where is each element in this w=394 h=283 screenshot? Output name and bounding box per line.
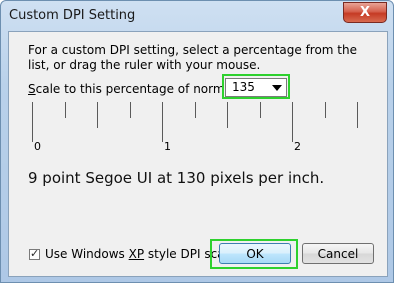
instructions-text: For a custom DPI setting, select a perce… [28,43,357,72]
scale-label-mnemonic: S [28,82,36,96]
ruler-major-tick [292,102,293,142]
xp-dpi-scaling-checkbox[interactable]: ✓ [29,246,40,260]
ruler-major-tick [32,102,33,142]
dialog-body: For a custom DPI setting, select a perce… [8,31,388,277]
close-button[interactable]: X [343,2,387,23]
ruler-minor-tick [130,102,131,118]
scale-selected-value: 135 [232,80,255,94]
ruler-minor-tick [325,102,326,118]
ok-button[interactable]: OK [219,243,291,264]
ruler-label: 1 [164,140,171,153]
ruler-minor-tick [260,102,261,118]
ruler-minor-tick [65,102,66,118]
dpi-ruler[interactable]: 0 1 2 [32,102,366,154]
ruler-major-tick [162,102,163,142]
ruler-minor-tick [195,102,196,118]
dialog-title: Custom DPI Setting [9,8,136,23]
sample-text: 9 point Segoe UI at 130 pixels per inch. [28,169,325,187]
close-icon: X [359,5,371,20]
checkmark-icon: ✓ [30,246,40,260]
ruler-minor-tick [357,102,358,128]
ruler-label: 2 [294,140,301,153]
ruler-minor-tick [97,102,98,128]
ruler-minor-tick [227,102,228,128]
xp-label-mnemonic: XP [128,247,145,261]
ruler-label: 0 [34,140,41,153]
chevron-down-icon[interactable] [272,85,282,91]
scale-percentage-select[interactable]: 135 [225,78,287,97]
title-bar[interactable]: Custom DPI Setting X [1,1,393,31]
cancel-button[interactable]: Cancel [302,243,374,264]
custom-dpi-dialog: Custom DPI Setting X For a custom DPI se… [0,0,394,283]
xp-label-prefix: Use Windows [45,247,129,261]
